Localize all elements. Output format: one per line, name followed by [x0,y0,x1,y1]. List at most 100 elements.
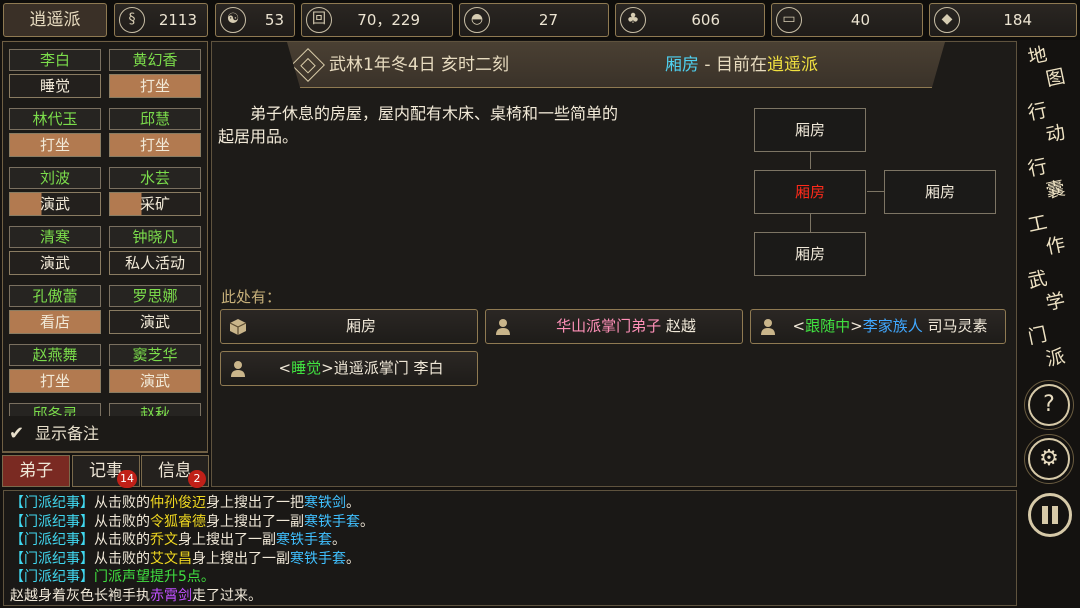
log-tag: 【门派纪事】 [10,569,94,585]
entity-npc[interactable]: <睡觉>逍遥派掌门 李白 [220,351,478,386]
disciple-name: 邱慧 [109,108,201,130]
log-item: 寒铁手套 [304,513,360,530]
bracket: > [321,359,334,377]
nav-sect[interactable]: 门派 [1026,321,1074,375]
disciple-activity: 私人活动 [109,251,201,275]
help-button[interactable]: ? [1024,380,1074,430]
map-room-south[interactable]: 厢房 [754,232,866,276]
tab-label: 弟子 [19,461,53,481]
disciple-card[interactable]: 窦芝华 演武 [109,344,201,396]
disciple-card[interactable]: 刘波 演武 [9,167,101,219]
resource-coins[interactable]: 回 70，229 [301,3,453,37]
log-item: 寒铁剑 [304,495,346,511]
resource-value: 40 [850,11,870,29]
person-icon [496,319,510,335]
settings-button[interactable]: ⚙ [1024,434,1074,484]
nav-char: 囊 [1043,177,1068,203]
disciple-name: 赵燕舞 [9,344,101,366]
disciple-name: 李白 [9,49,101,71]
disciple-activity: 演武 [9,192,101,216]
log-text: 。 [360,513,374,530]
entity-npc[interactable]: <跟随中>李家族人 司马灵素 [750,309,1006,344]
disciple-card[interactable]: 黄幻香 打坐 [109,49,201,101]
nav-char: 门 [1025,323,1050,349]
nav-inventory[interactable]: 行囊 [1026,153,1074,207]
tab-records[interactable]: 记事 14 [72,455,140,488]
log-tag: 【门派纪事】 [10,495,94,511]
nav-work[interactable]: 工作 [1026,209,1074,263]
nav-char: 作 [1043,233,1068,259]
disciple-card[interactable]: 邱慧 打坐 [109,108,201,160]
disciple-name: 罗思娜 [109,285,201,307]
pause-button[interactable] [1028,493,1072,537]
nav-char: 行 [1025,155,1050,181]
disciple-activity: 睡觉 [9,74,101,98]
disciple-card[interactable]: 赵燕舞 打坐 [9,344,101,396]
sect-name-button[interactable]: 逍遥派 [3,3,107,37]
resource-value: 53 [264,11,284,29]
log-item: 寒铁手套 [276,532,332,548]
nav-martial-arts[interactable]: 武学 [1026,265,1074,319]
nav-map[interactable]: 地图 [1026,41,1074,95]
event-log[interactable]: 【门派纪事】从击败的仲孙俊迈身上搜出了一把寒铁剑。 【门派纪事】从击败的令狐睿德… [3,490,1017,606]
disciple-name: 清寒 [9,226,101,248]
disciple-card[interactable]: 罗思娜 演武 [109,285,201,337]
disciple-activity: 打坐 [109,74,201,98]
log-text: 。 [332,532,346,548]
resource-value: 606 [691,11,720,29]
disciple-name: 林代玉 [9,108,101,130]
disciple-card[interactable]: 孔傲蕾 看店 [9,285,101,337]
map-room-east[interactable]: 厢房 [884,170,996,214]
log-text: 从击败的 [94,495,150,511]
map-room-current[interactable]: 厢房 [754,170,866,214]
checkbox-checked-icon[interactable]: ✔ [9,424,29,444]
disciple-name: 黄幻香 [109,49,201,71]
log-text: 门派声望提升5点。 [94,569,215,585]
room-name: 厢房 [665,55,699,75]
yin-yang-icon: ☯ [220,7,246,33]
tab-messages[interactable]: 信息 2 [141,455,209,488]
disciple-card[interactable]: 钟晓凡 私人活动 [109,226,201,278]
disciple-activity: 打坐 [9,369,101,393]
log-line: 赵越身着灰色长袍手执赤霄剑走了过来。 [10,587,1010,606]
disciple-card[interactable]: 李白 睡觉 [9,49,101,101]
npc-title: 李家族人 [862,317,923,335]
resource-silver[interactable]: § 2113 [114,3,208,37]
log-person: 仲孙俊迈 [150,495,206,511]
disciple-card[interactable]: 清寒 演武 [9,226,101,278]
disciple-name: 刘波 [9,167,101,189]
tab-disciples[interactable]: 弟子 [2,455,70,487]
disciple-name: 水芸 [109,167,201,189]
entity-object[interactable]: 厢房 [220,309,478,344]
disciple-card[interactable]: 林代玉 打坐 [9,108,101,160]
nav-char: 图 [1043,65,1068,91]
coin-pouch-icon: § [119,7,145,33]
show-notes-toggle[interactable]: ✔ 显示备注 [2,416,208,452]
unread-badge: 2 [188,470,206,488]
resource-food[interactable]: ◓ 27 [459,3,609,37]
entity-label: <跟随中>李家族人 司马灵素 [777,310,1003,343]
map-room-north[interactable]: 厢房 [754,108,866,152]
resource-morality[interactable]: ☯ 53 [215,3,295,37]
bracket: < [792,317,806,335]
nav-action[interactable]: 行动 [1026,97,1074,151]
log-tag: 【门派纪事】 [10,550,94,567]
nav-char: 地 [1025,43,1050,69]
disciple-name: 窦芝华 [109,344,201,366]
npc-status: 跟随中 [805,317,851,335]
nav-char: 学 [1043,289,1068,315]
resource-herbs[interactable]: ♣ 606 [615,3,765,37]
resource-timber[interactable]: ▭ 40 [771,3,923,37]
disciple-card[interactable]: 水芸 采矿 [109,167,201,219]
disciple-list[interactable]: 李白 睡觉 黄幻香 打坐 林代玉 打坐 邱慧 打坐 刘波 演武 水芸 采矿 清寒… [2,41,208,453]
log-text: 。 [346,550,360,567]
tab-label: 信息 [158,461,192,481]
entity-npc[interactable]: 华山派掌门弟子 赵越 [485,309,743,344]
ore-icon: ◆ [934,7,960,33]
log-text: 从击败的 [94,513,150,530]
unread-badge: 14 [117,470,137,488]
resource-ore[interactable]: ◆ 184 [929,3,1077,37]
nav-char: 派 [1043,345,1068,371]
log-person: 乔文 [150,532,178,548]
npc-status: 睡觉 [291,359,322,377]
